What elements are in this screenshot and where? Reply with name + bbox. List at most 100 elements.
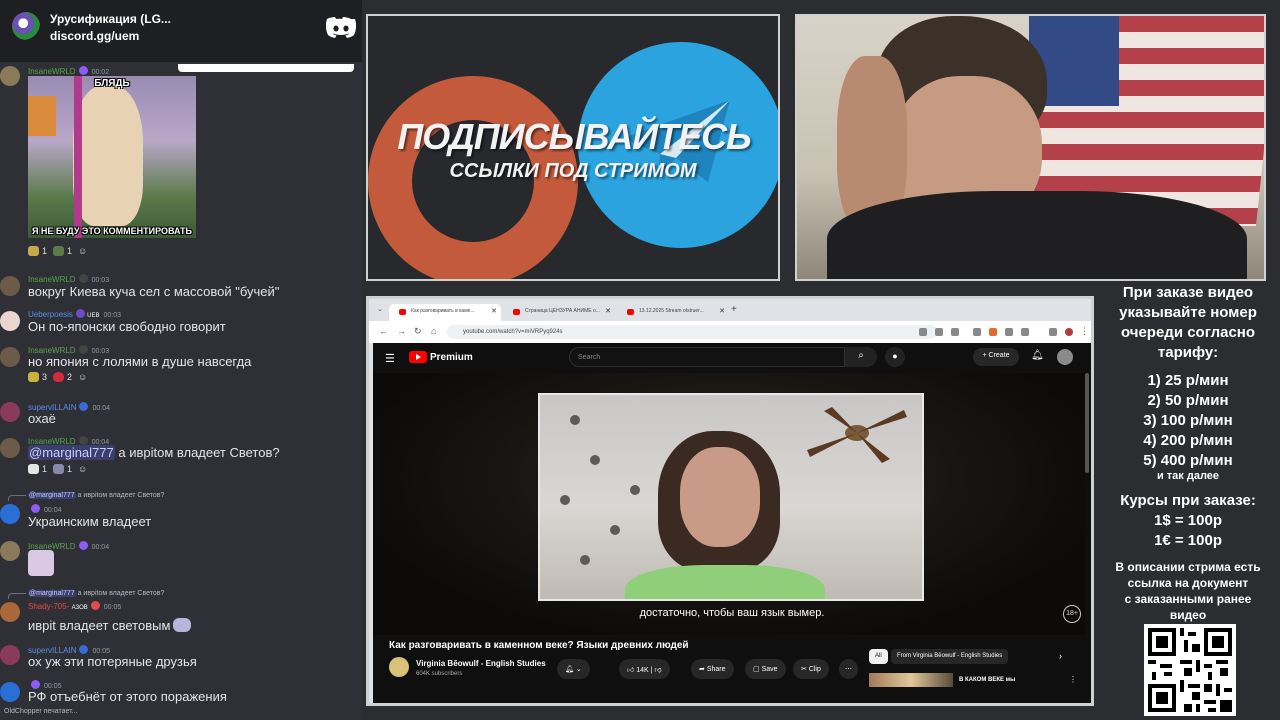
avatar[interactable] [0, 645, 20, 665]
message-text: Он по-японски свободно говорит [28, 319, 226, 334]
avatar[interactable] [0, 66, 20, 86]
sidebar-icon[interactable] [1049, 328, 1057, 336]
filter-chip-all[interactable]: All [869, 649, 888, 664]
create-button[interactable]: + Create [973, 348, 1019, 366]
browser-tab[interactable]: Страница ЦЕНЗУРА АНИМЕ о... ✕ [503, 304, 615, 321]
url-input[interactable]: youtube.com/watch?v=miVRPyq924s [447, 325, 937, 339]
username[interactable]: InsaneWRLD [28, 275, 76, 284]
sticker-gif[interactable] [28, 550, 54, 576]
avatar[interactable] [0, 276, 20, 296]
close-tab-icon[interactable]: ✕ [491, 307, 497, 315]
youtube-masthead: ☰ Premium Search ⌕ ● + Create 🔔︎ [373, 343, 1091, 373]
subscribed-bell-button[interactable]: 🔔︎ ⌄ [557, 659, 590, 679]
emoji-icon [28, 246, 39, 256]
add-reaction-icon[interactable]: ☺ [78, 464, 87, 474]
profile-icon[interactable] [1065, 328, 1073, 336]
save-button[interactable]: ▢ Save [745, 659, 786, 679]
back-icon[interactable]: ← [379, 326, 388, 336]
reply-preview[interactable]: @marginal777 а иврitом владеет Светов? [28, 590, 164, 597]
avatar[interactable] [0, 504, 20, 524]
extensions-puzzle-icon[interactable] [1021, 328, 1029, 336]
forward-icon[interactable]: → [397, 326, 406, 336]
browser-menu-icon[interactable]: ⋮ [1080, 326, 1089, 337]
extension-icon[interactable] [973, 328, 981, 336]
extension-icon[interactable] [1005, 328, 1013, 336]
pricing-header-line: тарифу: [1157, 344, 1219, 361]
cast-icon[interactable] [935, 328, 943, 336]
reaction[interactable]: 1 [53, 464, 72, 474]
clip-button[interactable]: ✂ Clip [793, 659, 829, 679]
username[interactable]: Ueberpoesis [28, 310, 73, 319]
extension-icon[interactable] [989, 328, 997, 336]
reaction[interactable]: 3 [28, 372, 47, 382]
close-tab-icon[interactable]: ✕ [605, 307, 611, 315]
recommended-thumbnail[interactable] [869, 673, 953, 687]
zoom-icon[interactable] [919, 328, 927, 336]
reload-icon[interactable]: ↻ [414, 326, 422, 337]
youtube-logo-icon[interactable] [409, 351, 427, 363]
server-icon[interactable] [12, 12, 40, 40]
search-icon[interactable]: ⌕ [845, 347, 877, 367]
close-tab-icon[interactable]: ✕ [719, 307, 725, 315]
message-text: охаё [28, 411, 56, 426]
video-frame[interactable] [538, 393, 924, 601]
courses-title: Курсы при заказе: [1120, 492, 1256, 509]
like-button[interactable]: 👍︎ 14K | 👎︎ [619, 659, 670, 679]
badge-icon [31, 504, 40, 513]
message-text: Украинским владеет [28, 514, 152, 529]
avatar[interactable] [0, 347, 20, 367]
youtube-premium-label[interactable]: Premium [430, 352, 473, 363]
reaction[interactable]: 1 [28, 246, 47, 256]
chevron-right-icon[interactable]: › [1059, 651, 1062, 661]
message-text: вокруг Киева куча сел с массовой "бучей" [28, 284, 280, 299]
avatar[interactable] [0, 541, 20, 561]
hamburger-menu-icon[interactable]: ☰ [385, 352, 395, 365]
reaction[interactable]: 1 [28, 464, 47, 474]
cat-figure [73, 86, 143, 226]
chat-input-bar[interactable] [178, 64, 354, 72]
emoji-icon [28, 372, 39, 382]
timestamp: 00:04 [91, 544, 110, 551]
reply-preview[interactable]: @marginal777 а иврitом владеет Светов? [28, 492, 164, 499]
browser-tab-active[interactable]: Как разговаривать в каме... ✕ [389, 304, 501, 321]
tab-list-icon[interactable]: ⌄ [377, 305, 383, 313]
cat-gif[interactable]: БЛЯДЬ Я НЕ БУДУ ЭТО КОММЕНТИРОВАТЬ [28, 76, 196, 238]
woman-shirt [625, 565, 825, 599]
avatar[interactable] [0, 438, 20, 458]
user-mention[interactable]: @marginal777 [28, 445, 115, 460]
avatar[interactable] [0, 311, 20, 331]
search-input[interactable]: Search [569, 347, 845, 367]
home-icon[interactable]: ⌂ [431, 326, 436, 336]
scrollbar[interactable] [1085, 373, 1089, 473]
avatar[interactable] [0, 402, 20, 422]
add-reaction-icon[interactable]: ☺ [78, 372, 87, 382]
channel-avatar[interactable] [389, 657, 409, 677]
more-actions-button[interactable]: ⋯ [839, 659, 858, 679]
recommended-title[interactable]: В КАКОМ ВЕКЕ мы [959, 677, 1015, 683]
video-player[interactable]: достаточно, чтобы ваш язык вымер. 18+ [373, 373, 1085, 635]
bookmark-icon[interactable] [951, 328, 959, 336]
microphone-icon[interactable]: ● [885, 347, 905, 367]
browser-window: ⌄ Как разговаривать в каме... ✕ Страница… [366, 296, 1094, 706]
avatar[interactable] [0, 602, 20, 622]
avatar[interactable] [0, 682, 20, 702]
filter-chip-channel[interactable]: From Virginia Bēowulf - English Studies [891, 649, 1009, 664]
reaction[interactable]: 2 [53, 372, 72, 382]
username[interactable]: InsaneWRLD [28, 67, 76, 76]
new-tab-button[interactable]: + [731, 304, 737, 315]
more-options-icon[interactable]: ⋮ [1069, 675, 1077, 684]
qr-code[interactable] [1144, 624, 1236, 716]
badge-icon [75, 309, 85, 318]
username[interactable]: Shady-705- [28, 602, 69, 611]
server-invite[interactable]: discord.gg/uem [50, 29, 139, 43]
add-reaction-icon[interactable]: ☺ [78, 246, 87, 256]
banner-subtitle: ССЫЛКИ ПОД СТРИМОМ [449, 160, 697, 182]
notifications-bell-icon[interactable]: 🔔︎ [1031, 350, 1044, 361]
share-button[interactable]: ➦ Share [691, 659, 734, 679]
channel-name[interactable]: Virginia Bēowulf - English Studies [416, 659, 546, 668]
message-text: РФ отъебнёт от этого поражения [28, 689, 227, 704]
reaction[interactable]: 1 [53, 246, 72, 256]
account-avatar[interactable] [1057, 349, 1073, 365]
badge-icon [31, 680, 40, 689]
browser-tab[interactable]: 13.12.2025 Stream otstruer... ✕ [617, 304, 729, 321]
